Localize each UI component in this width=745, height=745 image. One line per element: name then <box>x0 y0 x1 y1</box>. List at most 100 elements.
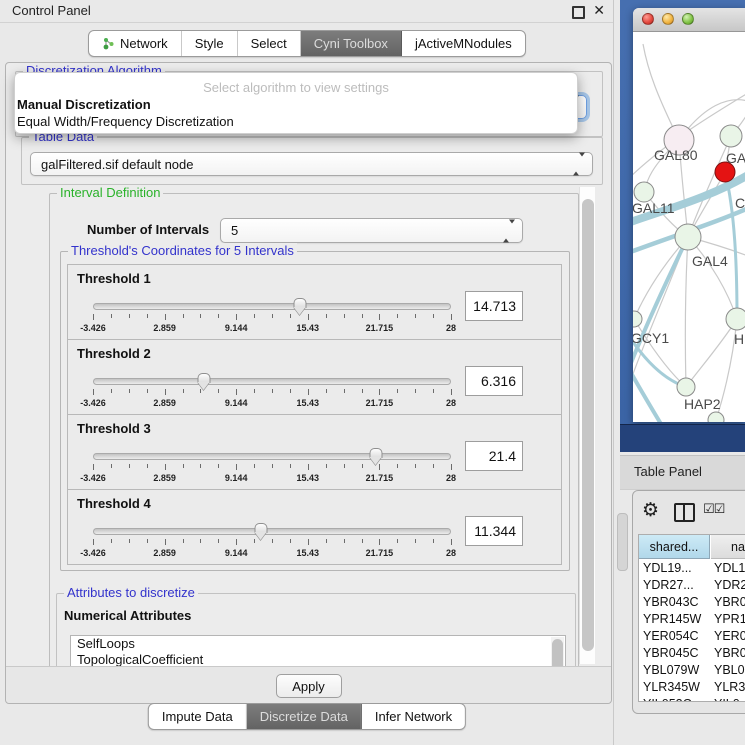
node-table[interactable]: shared... na YDL19...YDL1YDR27...YDR2YBR… <box>638 534 745 702</box>
slider-track[interactable] <box>93 528 451 535</box>
cell-shared-name: YPR145W <box>639 611 711 628</box>
threshold-slider[interactable]: -3.4262.8599.14415.4321.71528 <box>93 453 451 483</box>
table-row[interactable]: YDR27...YDR2 <box>639 577 745 594</box>
network-node-ga[interactable] <box>720 125 742 147</box>
network-node-hap2[interactable] <box>677 378 695 396</box>
slider-thumb[interactable] <box>369 448 382 465</box>
table-row[interactable]: YLR345WYLR3 <box>639 679 745 696</box>
threshold-value-field[interactable]: 14.713 <box>465 291 523 321</box>
slider-tick <box>236 389 237 395</box>
slider-track[interactable] <box>93 303 451 310</box>
attributes-list-scrollbar[interactable] <box>551 637 564 666</box>
cell-shared-name: YDR27... <box>639 577 711 594</box>
threshold-value-field[interactable]: 11.344 <box>465 516 523 546</box>
settings-vertical-scrollbar[interactable] <box>579 187 595 664</box>
minimize-traffic-light[interactable] <box>662 13 674 25</box>
attribute-item-topologicalcoefficient[interactable]: TopologicalCoefficient <box>71 652 565 666</box>
network-node-gal4[interactable] <box>675 224 701 250</box>
network-canvas[interactable]: GAL80GACGAL11GAL4GCY1HHAP2 <box>633 32 745 422</box>
threshold-slider[interactable]: -3.4262.8599.14415.4321.71528 <box>93 528 451 558</box>
apply-button[interactable]: Apply <box>276 674 342 698</box>
table-row[interactable]: YBL079WYBL0 <box>639 662 745 679</box>
tab-impute-data[interactable]: Impute Data <box>149 704 247 729</box>
tab-select[interactable]: Select <box>238 31 301 56</box>
slider-tick <box>129 389 130 393</box>
slider-tick <box>290 389 291 393</box>
group-table-data: Table Data galFiltered.sif default node <box>21 137 603 185</box>
table-row[interactable]: YPR145WYPR1 <box>639 611 745 628</box>
tab-jactivemnodules[interactable]: jActiveMNodules <box>402 31 525 56</box>
gear-icon[interactable]: ⚙ <box>642 499 659 521</box>
tab-cyni-toolbox[interactable]: Cyni Toolbox <box>301 31 402 56</box>
bottom-tab-bar: Impute Data Discretize Data Infer Network <box>148 703 466 730</box>
slider-thumb[interactable] <box>293 298 306 315</box>
column-header-shared-name[interactable]: shared... <box>639 535 710 559</box>
slider-tick <box>415 314 416 318</box>
slider-tick <box>183 539 184 543</box>
dropdown-item-manual-discretization[interactable]: Manual Discretization <box>15 96 577 113</box>
network-node-gal11[interactable] <box>634 182 654 202</box>
threshold-slider[interactable]: -3.4262.8599.14415.4321.71528 <box>93 303 451 333</box>
splitter-handle[interactable] <box>617 513 628 571</box>
slider-tick-label: 15.43 <box>297 398 320 408</box>
zoom-traffic-light[interactable] <box>682 13 694 25</box>
group-thresholds: Threshold's Coordinates for 5 Intervals … <box>60 251 570 571</box>
network-node-h[interactable] <box>726 308 745 330</box>
tab-label: Discretize Data <box>260 709 348 724</box>
network-node[interactable] <box>708 412 724 422</box>
slider-thumb[interactable] <box>197 373 210 390</box>
network-window-titlebar <box>633 8 745 32</box>
table-row[interactable]: YDL19...YDL1 <box>639 560 745 577</box>
slider-tick <box>397 539 398 543</box>
number-of-intervals-combo[interactable]: 5 <box>220 218 523 243</box>
slider-tick <box>147 314 148 318</box>
slider-tick <box>451 314 452 320</box>
table-row[interactable]: YIL052CYIL0 <box>639 696 745 701</box>
table-body[interactable]: YDL19...YDL1YDR27...YDR2YBR043CYBR0YPR14… <box>639 560 745 701</box>
group-attributes: Attributes to discretize Numerical Attri… <box>56 593 576 666</box>
slider-tick <box>272 314 273 318</box>
threshold-value-field[interactable]: 21.4 <box>465 441 523 471</box>
dropdown-item-equal-width-frequency-discretization[interactable]: Equal Width/Frequency Discretization <box>15 113 577 130</box>
tab-infer-network[interactable]: Infer Network <box>362 704 465 729</box>
threshold-value-field[interactable]: 6.316 <box>465 366 523 396</box>
column-header-name[interactable]: na <box>711 535 745 559</box>
slider-tick <box>93 464 94 470</box>
threshold-slider[interactable]: -3.4262.8599.14415.4321.71528 <box>93 378 451 408</box>
tab-discretize-data[interactable]: Discretize Data <box>247 704 362 729</box>
slider-track[interactable] <box>93 453 451 460</box>
slider-tick <box>326 539 327 543</box>
checkbox-icons[interactable]: ☑☑ <box>703 502 724 517</box>
slider-tick <box>165 389 166 395</box>
float-panel-icon[interactable] <box>572 6 585 19</box>
tab-network[interactable]: Network <box>89 31 182 56</box>
slider-tick-label: 21.715 <box>366 548 394 558</box>
slider-tick-label: 15.43 <box>297 323 320 333</box>
slider-tick <box>290 539 291 543</box>
slider-thumb[interactable] <box>255 523 268 540</box>
slider-tick <box>451 464 452 470</box>
attribute-item-selfloops[interactable]: SelfLoops <box>71 636 565 652</box>
split-table-icon[interactable] <box>674 503 695 522</box>
slider-tick-label: 21.715 <box>366 473 394 483</box>
numerical-attributes-list[interactable]: SelfLoopsTopologicalCoefficientBetweenne… <box>70 635 566 666</box>
slider-tick <box>308 314 309 320</box>
table-data-combo[interactable]: galFiltered.sif default node <box>30 152 593 176</box>
slider-tick-label: -3.426 <box>80 398 106 408</box>
close-icon[interactable]: ✕ <box>593 2 605 19</box>
node-label: GAL4 <box>692 253 728 269</box>
combo-arrows-icon <box>573 157 585 172</box>
tab-style[interactable]: Style <box>182 31 238 56</box>
slider-tick <box>433 389 434 393</box>
table-row[interactable]: YBR045CYBR0 <box>639 645 745 662</box>
cell-shared-name: YIL052C <box>639 696 711 701</box>
node-label: GAL11 <box>633 200 675 216</box>
slider-track[interactable] <box>93 378 451 385</box>
slider-tick-label: -3.426 <box>80 473 106 483</box>
slider-tick-label: 15.43 <box>297 548 320 558</box>
network-node-gcy1[interactable] <box>633 311 642 327</box>
close-traffic-light[interactable] <box>642 13 654 25</box>
table-row[interactable]: YER054CYER0 <box>639 628 745 645</box>
table-row[interactable]: YBR043CYBR0 <box>639 594 745 611</box>
slider-tick-label: 9.144 <box>225 473 248 483</box>
